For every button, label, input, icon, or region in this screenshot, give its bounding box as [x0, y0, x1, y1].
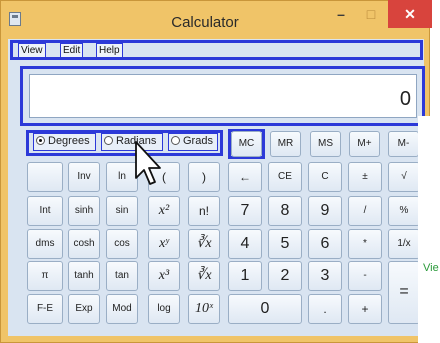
blank-key[interactable]: [27, 162, 63, 192]
tan-button[interactable]: tan: [106, 261, 138, 291]
cube-root-button[interactable]: ∛x: [188, 261, 220, 291]
menu-edit[interactable]: Edit: [60, 43, 84, 58]
digit-2-button[interactable]: 2: [268, 261, 302, 291]
equals-button[interactable]: =: [388, 261, 420, 324]
maximize-button[interactable]: □: [356, 0, 386, 28]
close-paren-button[interactable]: ): [188, 162, 220, 192]
radio-selected-dot: [36, 136, 45, 145]
radio-grads-label: Grads: [183, 135, 213, 147]
m-plus-button[interactable]: M+: [349, 131, 380, 157]
ce-button[interactable]: CE: [268, 162, 302, 192]
x-squared-button[interactable]: x²: [148, 196, 180, 226]
multiply-button[interactable]: *: [348, 229, 382, 259]
x-power-y-button[interactable]: xʸ: [148, 229, 180, 259]
mod-button[interactable]: Mod: [106, 294, 138, 324]
digit-5-button[interactable]: 5: [268, 229, 302, 259]
radio-dot: [171, 136, 180, 145]
reciprocal-button[interactable]: 1/x: [388, 229, 420, 259]
digit-7-button[interactable]: 7: [228, 196, 262, 226]
side-panel: [418, 116, 440, 343]
digit-3-button[interactable]: 3: [308, 261, 342, 291]
radio-degrees-label: Degrees: [48, 135, 90, 147]
digit-0-button[interactable]: 0: [228, 294, 302, 324]
mouse-cursor-icon: [135, 141, 161, 185]
radio-degrees[interactable]: Degrees: [33, 133, 96, 151]
tanh-button[interactable]: tanh: [68, 261, 100, 291]
decimal-button[interactable]: .: [308, 294, 342, 324]
mr-button[interactable]: MR: [270, 131, 301, 157]
cos-button[interactable]: cos: [106, 229, 138, 259]
subtract-button[interactable]: -: [348, 261, 382, 291]
factorial-button[interactable]: n!: [188, 196, 220, 226]
y-root-x-button[interactable]: ∛x: [188, 229, 220, 259]
sqrt-button[interactable]: √: [388, 162, 420, 192]
f-e-button[interactable]: F-E: [27, 294, 63, 324]
menu-help[interactable]: Help: [96, 43, 123, 58]
side-panel-text[interactable]: Vie: [423, 262, 439, 274]
cosh-button[interactable]: cosh: [68, 229, 100, 259]
ten-power-x-button[interactable]: 10ˣ: [188, 294, 220, 324]
add-button[interactable]: +: [348, 294, 382, 324]
log-button[interactable]: log: [148, 294, 180, 324]
menu-view[interactable]: View: [18, 43, 46, 58]
minimize-button[interactable]: –: [326, 0, 356, 28]
ms-button[interactable]: MS: [310, 131, 341, 157]
percent-button[interactable]: %: [388, 196, 420, 226]
plus-minus-button[interactable]: ±: [348, 162, 382, 192]
mc-button[interactable]: MC: [231, 131, 262, 157]
digit-9-button[interactable]: 9: [308, 196, 342, 226]
inv-button[interactable]: Inv: [68, 162, 100, 192]
divide-button[interactable]: /: [348, 196, 382, 226]
digit-8-button[interactable]: 8: [268, 196, 302, 226]
digit-1-button[interactable]: 1: [228, 261, 262, 291]
sin-button[interactable]: sin: [106, 196, 138, 226]
dms-button[interactable]: dms: [27, 229, 63, 259]
pi-button[interactable]: π: [27, 261, 63, 291]
display-value: 0: [399, 88, 411, 110]
digit-4-button[interactable]: 4: [228, 229, 262, 259]
c-button[interactable]: C: [308, 162, 342, 192]
int-button[interactable]: Int: [27, 196, 63, 226]
radio-dot: [104, 136, 113, 145]
x-cubed-button[interactable]: x³: [148, 261, 180, 291]
exp-button[interactable]: Exp: [68, 294, 100, 324]
backspace-button[interactable]: ←: [228, 162, 262, 192]
digit-6-button[interactable]: 6: [308, 229, 342, 259]
m-minus-button[interactable]: M-: [388, 131, 419, 157]
title-bar[interactable]: Calculator – □ ✕: [0, 0, 432, 38]
close-button[interactable]: ✕: [388, 0, 432, 28]
sinh-button[interactable]: sinh: [68, 196, 100, 226]
radio-grads[interactable]: Grads: [168, 133, 218, 151]
